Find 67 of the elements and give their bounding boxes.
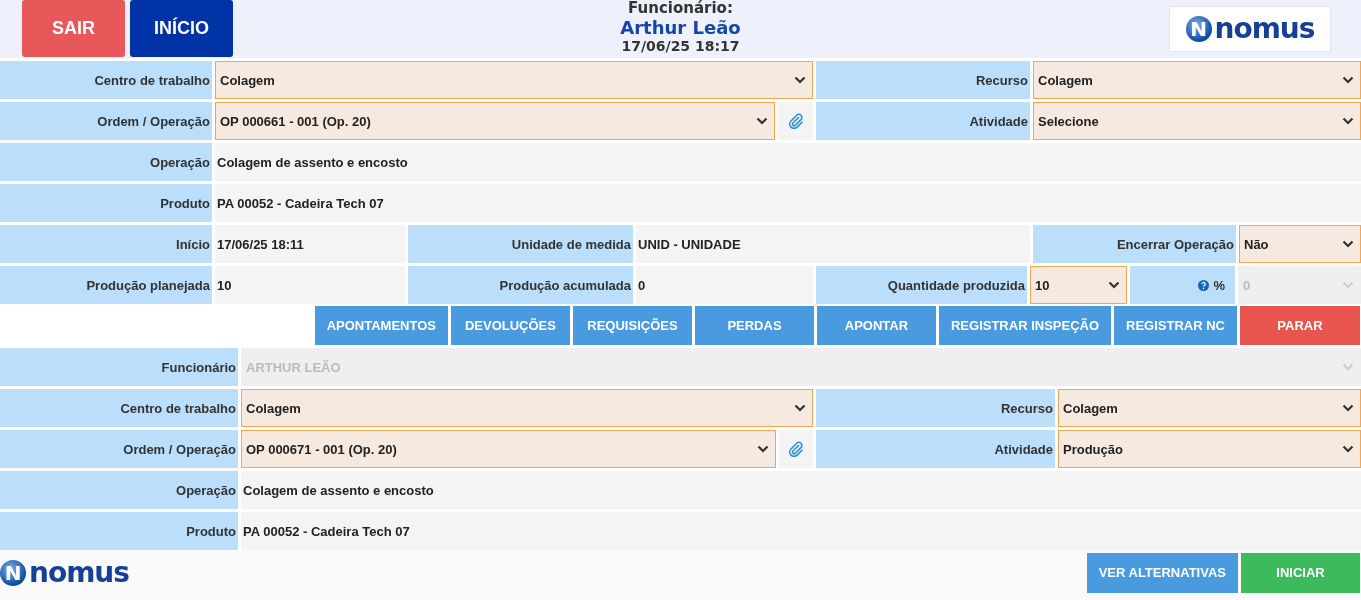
field-label: Atividade (816, 430, 1055, 468)
field-label: Produção planejada (0, 266, 212, 304)
field-value: UNID - UNIDADE (636, 225, 1030, 263)
chevron-icon (1342, 240, 1354, 248)
chevron-icon (1342, 117, 1354, 125)
chevron-icon (1342, 404, 1354, 412)
chevron-icon (794, 76, 806, 84)
chevron-icon (1342, 363, 1354, 371)
dropdown[interactable]: Produção (1058, 430, 1361, 468)
action-button[interactable]: REGISTRAR INSPEÇÃO (938, 306, 1112, 345)
action-button[interactable]: APONTAMENTOS (314, 306, 448, 345)
action-button[interactable]: PARAR (1240, 306, 1360, 345)
action-button[interactable]: APONTAR (816, 306, 936, 345)
chevron-icon (1342, 281, 1354, 289)
field-value: 17/06/25 18:11 (215, 225, 405, 263)
field-label: Recurso (816, 61, 1030, 99)
field-label: Produção acumulada (408, 266, 633, 304)
field-value: Colagem de assento e encosto (215, 143, 1361, 181)
action-button[interactable]: INÍCIO (130, 0, 233, 57)
action-button[interactable]: DEVOLUÇÕES (450, 306, 570, 345)
dropdown[interactable]: Colagem (241, 389, 813, 427)
action-button[interactable]: REGISTRAR NC (1114, 306, 1237, 345)
dropdown[interactable]: 10 (1030, 266, 1127, 304)
field-label: Início (0, 225, 212, 263)
field-label: Ordem / Operação (0, 430, 238, 468)
nomus-logo: N nomus (0, 557, 129, 588)
field-value: PA 00052 - Cadeira Tech 07 (241, 512, 1361, 550)
field-label: Quantidade produzida (816, 266, 1027, 304)
field-label: Produto (0, 512, 238, 550)
employee-name: Arthur Leão (620, 17, 741, 38)
field-label: Encerrar Operação (1033, 225, 1236, 263)
dropdown[interactable]: OP 000661 - 001 (Op. 20) (215, 102, 775, 140)
field-label: % (1213, 277, 1225, 293)
dropdown[interactable]: Colagem (1033, 61, 1361, 99)
field-label: Ordem / Operação (0, 102, 212, 140)
action-button[interactable]: INICIAR (1241, 552, 1360, 593)
dropdown[interactable]: Não (1239, 225, 1361, 263)
field-label: Operação (0, 471, 238, 509)
field-value: 10 (215, 266, 405, 304)
field-label: Atividade (816, 102, 1030, 140)
action-button[interactable]: REQUISIÇÕES (572, 306, 692, 345)
field-label: Recurso (816, 389, 1055, 427)
date-time: 17/06/25 18:17 (620, 38, 741, 55)
field-label: Funcionário (0, 348, 238, 386)
dropdown[interactable]: Colagem (1058, 389, 1361, 427)
field-label: Produto (0, 184, 212, 222)
chevron-icon (794, 404, 806, 412)
dropdown[interactable]: Colagem (215, 61, 813, 99)
field-label: Centro de trabalho (0, 389, 238, 427)
field-value: Colagem de assento e encosto (241, 471, 1361, 509)
field-label: Unidade de medida (408, 225, 633, 263)
dropdown[interactable]: OP 000671 - 001 (Op. 20) (241, 430, 776, 468)
action-button[interactable]: VER ALTERNATIVAS (1086, 552, 1238, 593)
field-value: PA 00052 - Cadeira Tech 07 (215, 184, 1361, 222)
chevron-icon (1342, 76, 1354, 84)
dropdown[interactable]: Selecione (1033, 102, 1361, 140)
field-label: Centro de trabalho (0, 61, 212, 99)
employee-label: Funcionário: (627, 0, 734, 17)
chevron-icon (1342, 445, 1354, 453)
field-label: Operação (0, 143, 212, 181)
field-value: 0 (636, 266, 813, 304)
chevron-icon (1108, 281, 1120, 289)
action-button[interactable]: SAIR (22, 0, 125, 57)
action-button[interactable]: PERDAS (694, 306, 814, 345)
chevron-icon (756, 117, 768, 125)
chevron-icon (757, 445, 769, 453)
nomus-logo: N nomus (1169, 6, 1331, 52)
